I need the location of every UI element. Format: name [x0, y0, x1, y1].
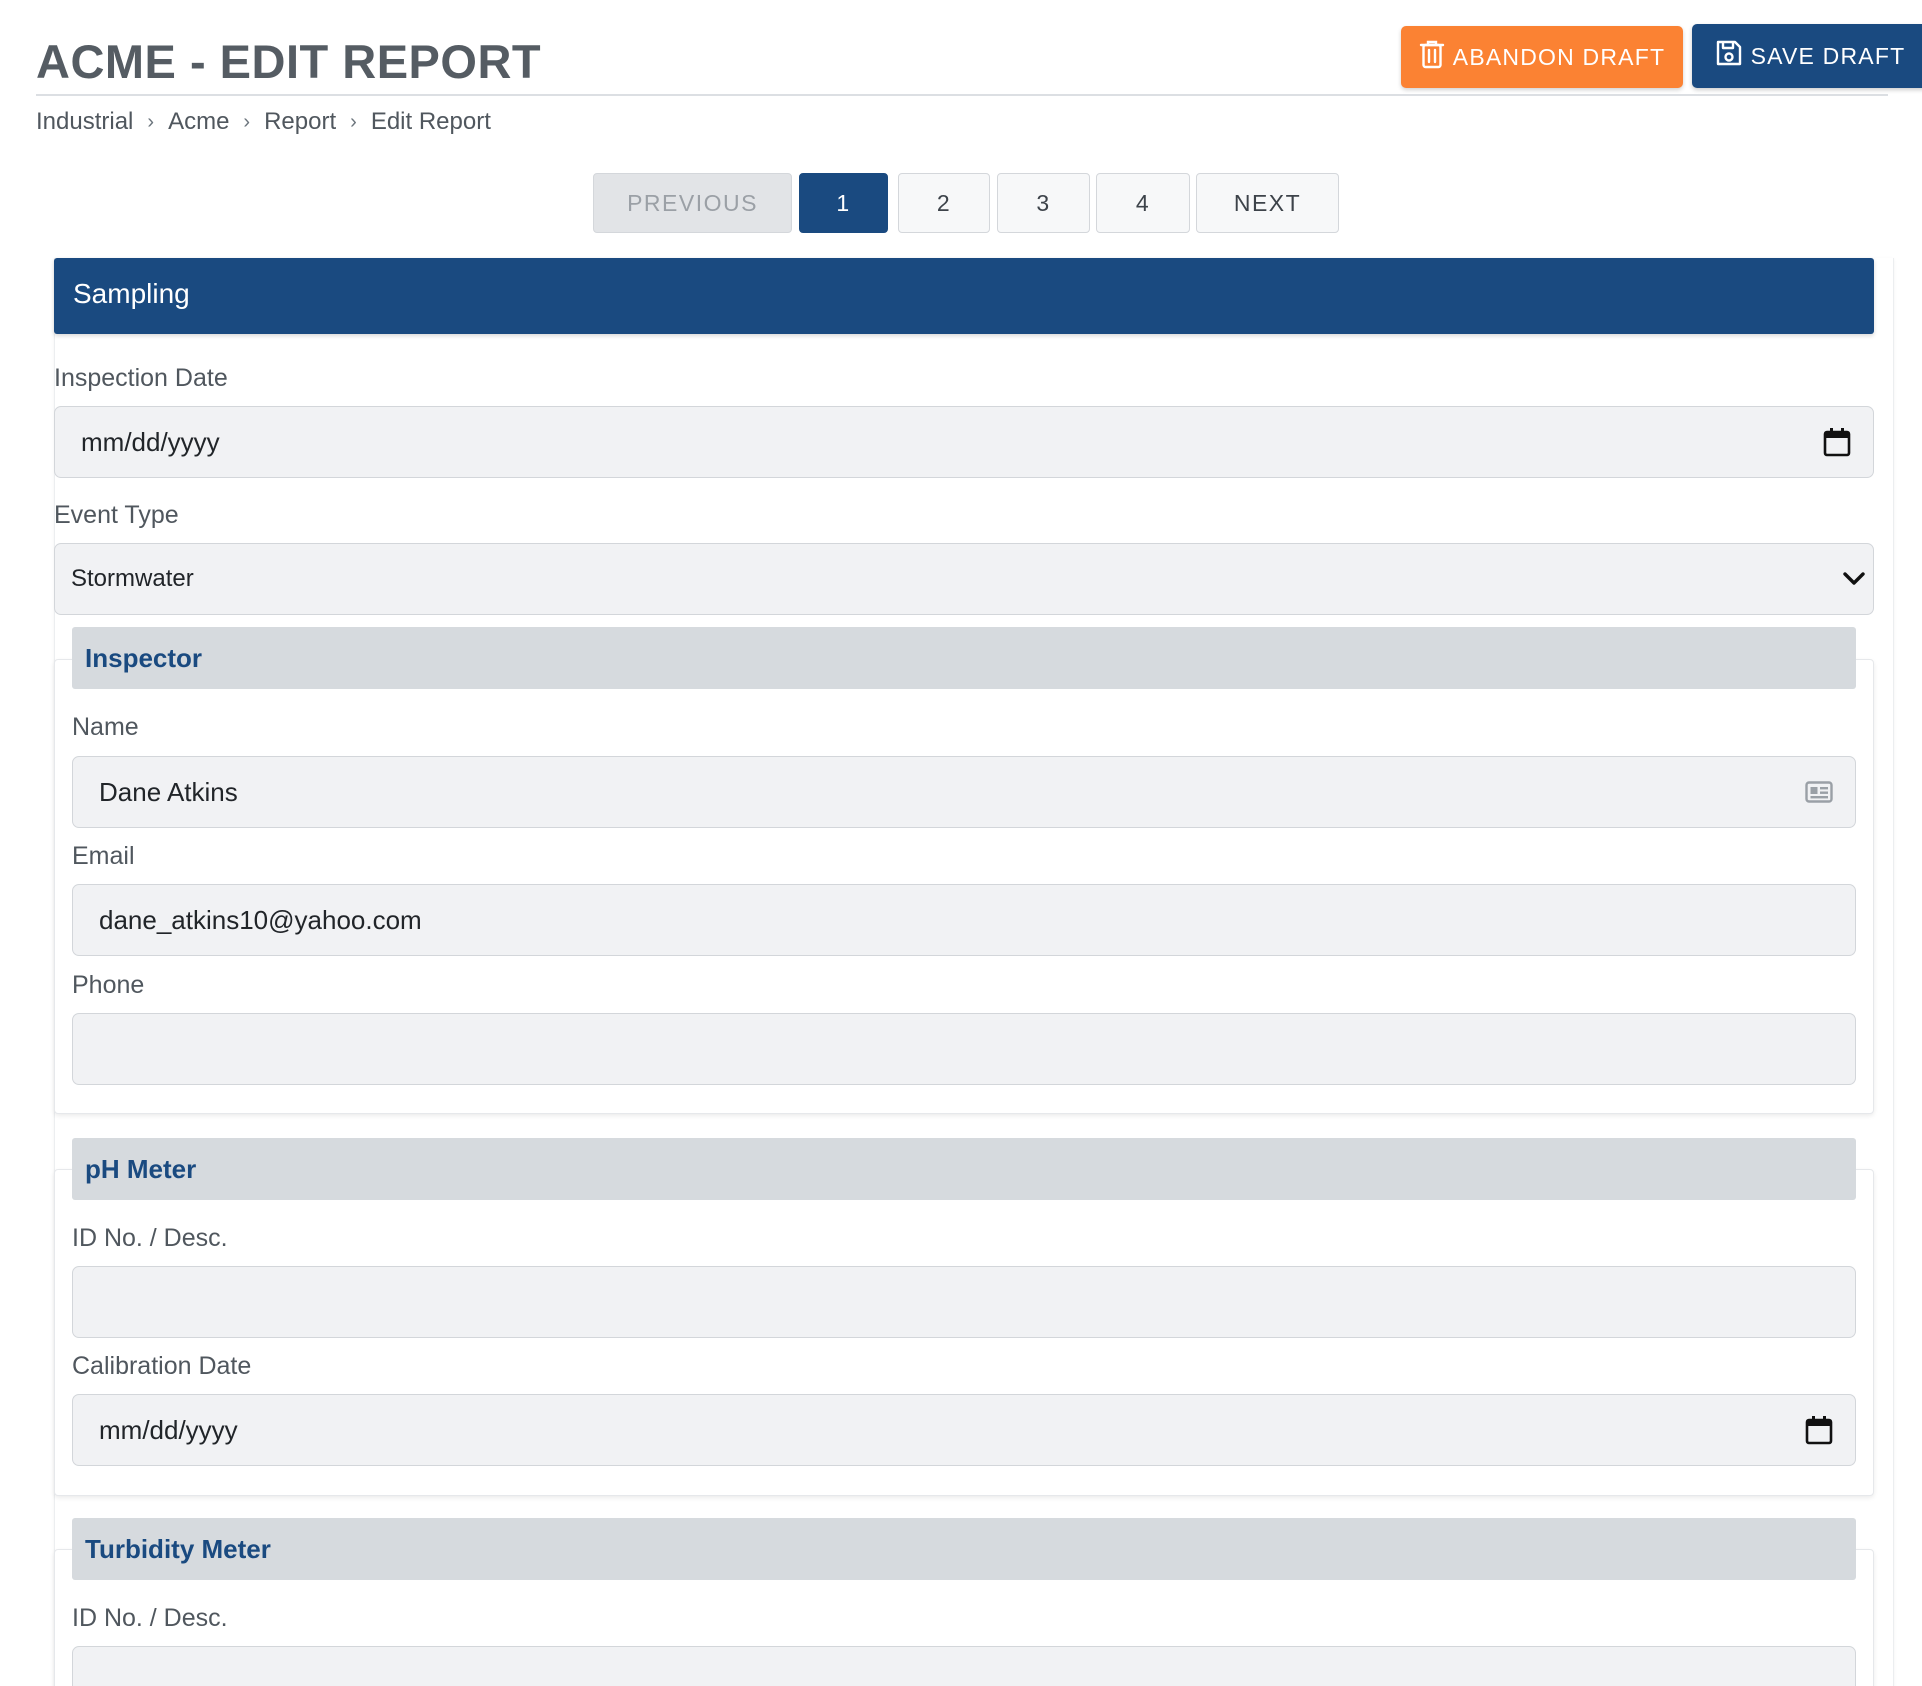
contact-card-icon[interactable]: [1805, 781, 1833, 803]
inspection-date-value: mm/dd/yyyy: [81, 426, 220, 457]
previous-page-button[interactable]: PREVIOUS: [593, 173, 792, 233]
turbidity-meter-card-title: Turbidity Meter: [85, 1534, 271, 1564]
section-title: Sampling: [73, 278, 190, 309]
ph-meter-card-header: pH Meter: [72, 1138, 1856, 1200]
breadcrumb-item-edit-report: Edit Report: [370, 108, 491, 135]
name-value: Dane Atkins: [99, 776, 238, 807]
page-header: ACME - EDIT REPORT ABANDON DRAFT SAVE DR…: [36, 20, 1922, 96]
ph-id-label: ID No. / Desc.: [72, 1224, 228, 1252]
abandon-draft-button[interactable]: ABANDON DRAFT: [1401, 26, 1683, 88]
calibration-date-label: Calibration Date: [72, 1352, 252, 1380]
inspection-date-label: Inspection Date: [54, 364, 228, 392]
inspector-card-title: Inspector: [85, 643, 203, 673]
event-type-select[interactable]: Stormwater: [54, 543, 1874, 615]
chevron-down-icon: [1843, 572, 1865, 586]
calibration-date-value: mm/dd/yyyy: [99, 1414, 238, 1445]
calendar-icon[interactable]: [1823, 427, 1851, 457]
calendar-icon[interactable]: [1805, 1415, 1833, 1445]
name-input[interactable]: Dane Atkins: [72, 756, 1856, 828]
breadcrumb-separator: ›: [147, 110, 155, 133]
breadcrumb-item-report[interactable]: Report: [264, 108, 336, 136]
ph-meter-card-title: pH Meter: [85, 1154, 197, 1184]
page-3-button[interactable]: 3: [997, 173, 1090, 233]
breadcrumb-separator: ›: [350, 110, 357, 133]
ph-id-input[interactable]: [72, 1266, 1856, 1338]
name-label: Name: [72, 713, 139, 741]
phone-label: Phone: [72, 971, 145, 999]
email-label: Email: [72, 842, 135, 870]
page-title: ACME - EDIT REPORT: [36, 35, 542, 88]
breadcrumb: Industrial › Acme › Report › Edit Report: [36, 108, 491, 136]
inspector-card-header: Inspector: [72, 627, 1856, 689]
save-draft-label: SAVE DRAFT: [1750, 42, 1906, 69]
sampling-section-header: Sampling: [54, 258, 1874, 334]
breadcrumb-item-industrial[interactable]: Industrial: [36, 108, 133, 136]
turbidity-id-input[interactable]: [72, 1646, 1856, 1686]
event-type-label: Event Type: [54, 501, 179, 529]
next-page-button[interactable]: NEXT: [1196, 173, 1339, 233]
page-4-button[interactable]: 4: [1096, 173, 1190, 233]
trash-icon: [1419, 39, 1445, 75]
breadcrumb-separator: ›: [243, 110, 251, 133]
event-type-value: Stormwater: [71, 565, 194, 592]
floppy-disk-icon: [1715, 39, 1743, 73]
inspection-date-input[interactable]: mm/dd/yyyy: [54, 406, 1874, 478]
email-input[interactable]: dane_atkins10@yahoo.com: [72, 884, 1856, 956]
page-2-button[interactable]: 2: [898, 173, 990, 233]
turbidity-id-label: ID No. / Desc.: [72, 1604, 228, 1632]
email-value: dane_atkins10@yahoo.com: [99, 904, 422, 935]
phone-input[interactable]: [72, 1013, 1856, 1085]
turbidity-meter-card-header: Turbidity Meter: [72, 1518, 1856, 1580]
abandon-draft-label: ABANDON DRAFT: [1452, 43, 1666, 70]
breadcrumb-item-acme[interactable]: Acme: [168, 108, 229, 136]
save-draft-button[interactable]: SAVE DRAFT: [1692, 24, 1922, 88]
page-1-button[interactable]: 1: [799, 173, 888, 233]
calibration-date-input[interactable]: mm/dd/yyyy: [72, 1394, 1856, 1466]
